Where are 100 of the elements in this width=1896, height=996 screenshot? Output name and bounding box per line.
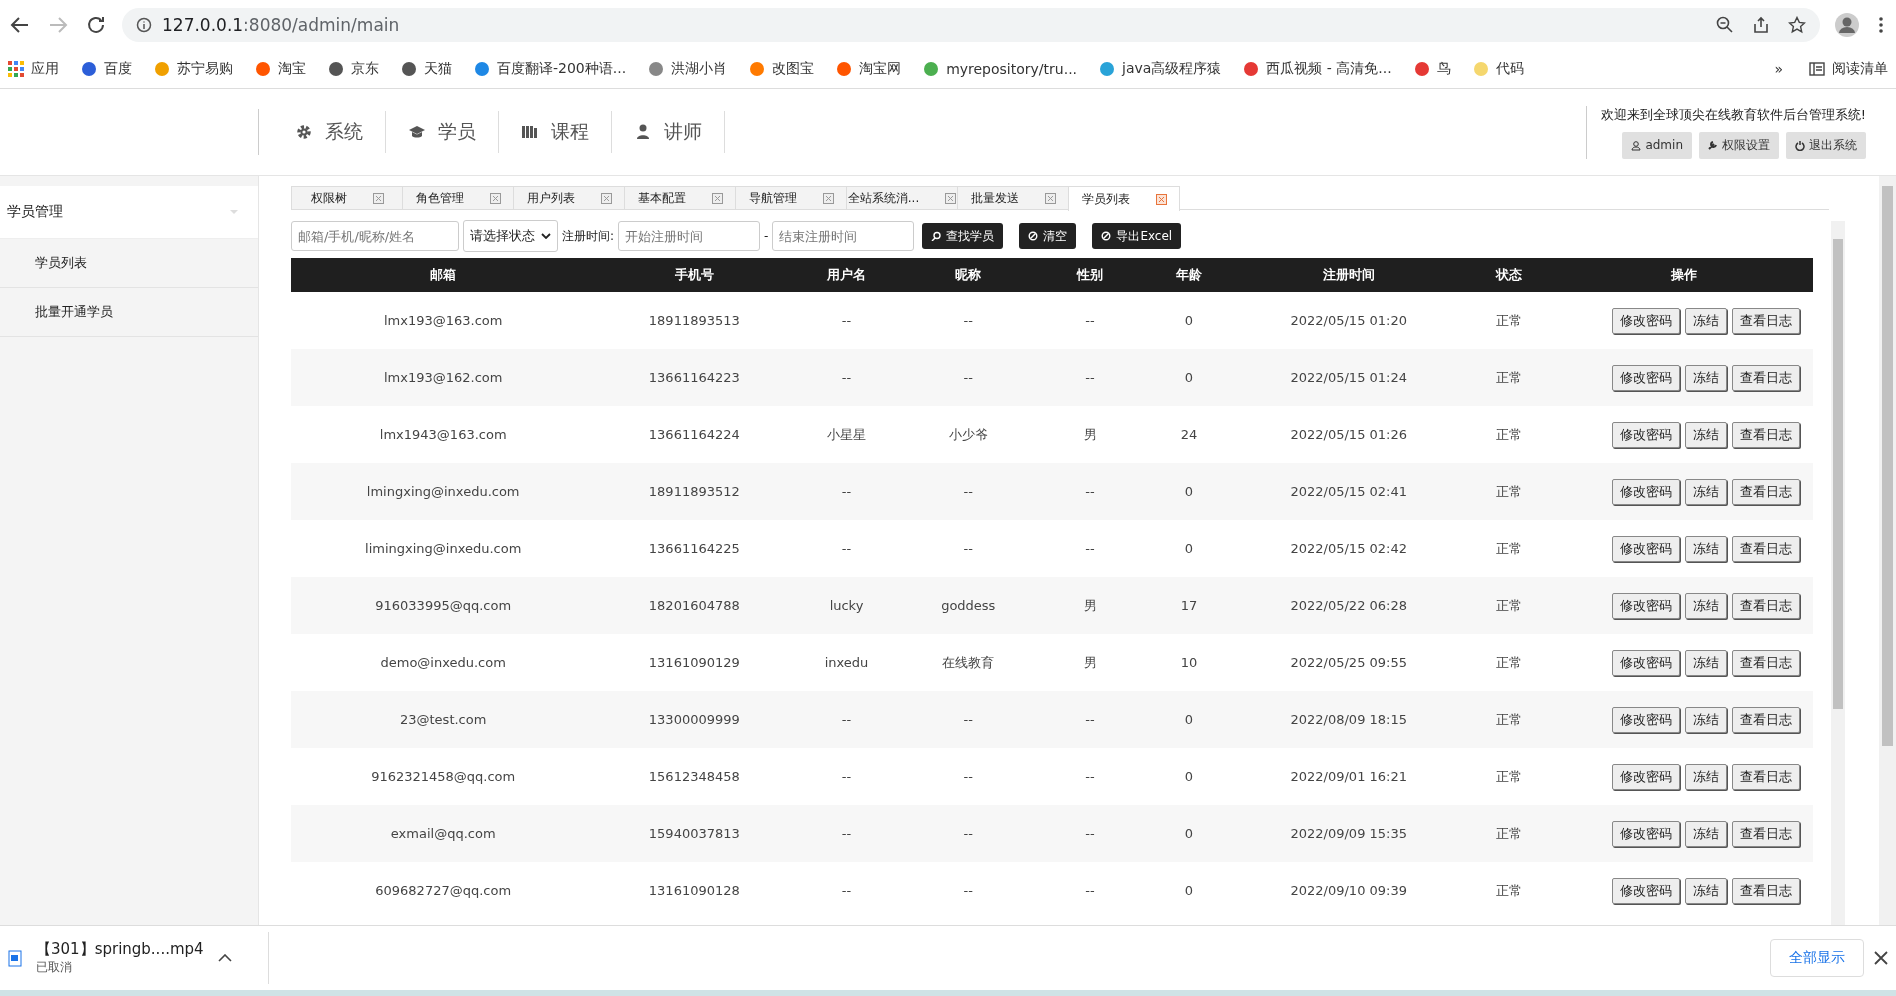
table-cell: 正常 [1462, 691, 1555, 748]
table-cell: -- [1036, 292, 1144, 349]
row-action-button[interactable]: 冻结 [1685, 421, 1727, 448]
table-cell: -- [899, 748, 1037, 805]
bookmark-link[interactable]: 鸟 [1413, 60, 1451, 78]
address-bar[interactable]: 127.0.0.1:8080/admin/main [122, 8, 1820, 42]
nav-menu-item[interactable]: 系统 [273, 111, 386, 153]
share-icon[interactable] [1752, 16, 1770, 34]
tab[interactable]: 学员列表 [1068, 186, 1180, 211]
close-icon[interactable] [1874, 951, 1888, 965]
bookmark-link[interactable]: 天猫 [401, 60, 452, 78]
page-scrollbar[interactable] [1879, 176, 1896, 925]
header-button[interactable]: admin [1622, 131, 1692, 159]
row-action-button[interactable]: 查看日志 [1732, 421, 1800, 448]
sidebar-group-header[interactable]: 学员管理 [0, 186, 258, 239]
row-action-button[interactable]: 冻结 [1685, 478, 1727, 505]
sidebar-item[interactable]: 学员列表 [0, 239, 258, 288]
more-bookmarks-button[interactable]: » [1774, 61, 1783, 77]
table-scrollbar[interactable] [1831, 221, 1845, 925]
info-icon[interactable] [136, 17, 152, 33]
bookmark-link[interactable]: 京东 [328, 60, 379, 78]
profile-icon[interactable] [1834, 12, 1860, 38]
row-action-button[interactable]: 查看日志 [1732, 649, 1800, 676]
nav-menu-item[interactable]: 课程 [499, 111, 612, 153]
nav-menu-item[interactable]: 讲师 [612, 111, 725, 153]
tab[interactable]: 导航管理 [735, 186, 847, 209]
header-button[interactable]: 退出系统 [1786, 131, 1866, 159]
tab[interactable]: 基本配置 [624, 186, 736, 209]
bookmark-link[interactable]: 西瓜视频 - 高清免... [1243, 60, 1392, 78]
bookmark-link[interactable]: 淘宝 [255, 60, 306, 78]
row-action-button[interactable]: 修改密码 [1612, 706, 1680, 733]
header-button[interactable]: 权限设置 [1699, 131, 1779, 159]
gear-icon [295, 123, 313, 141]
row-action-button[interactable]: 冻结 [1685, 535, 1727, 562]
row-action-button[interactable]: 修改密码 [1612, 535, 1680, 562]
row-action-button[interactable]: 修改密码 [1612, 478, 1680, 505]
bookmark-link[interactable]: 百度翻译-200种语... [474, 60, 627, 78]
column-header: 用户名 [793, 258, 900, 292]
row-action-button[interactable]: 查看日志 [1732, 307, 1800, 334]
download-file-name[interactable]: 【301】springb....mp4 [36, 940, 204, 959]
row-action-button[interactable]: 修改密码 [1612, 763, 1680, 790]
row-action-button[interactable]: 修改密码 [1612, 307, 1680, 334]
bookmark-link[interactable]: 应用 [8, 60, 59, 78]
table-cell: inxedu [793, 634, 900, 691]
tab[interactable]: 角色管理 [402, 186, 514, 209]
filter-button[interactable]: 导出Excel [1092, 223, 1182, 249]
row-action-button[interactable]: 修改密码 [1612, 421, 1680, 448]
row-action-button[interactable]: 查看日志 [1732, 592, 1800, 619]
bookmark-link[interactable]: 淘宝网 [836, 60, 902, 78]
search-field[interactable]: 邮箱/手机/昵称/姓名 [291, 221, 459, 251]
tab[interactable]: 用户列表 [513, 186, 625, 209]
status-select[interactable]: 请选择状态 [463, 220, 558, 252]
row-action-button[interactable]: 冻结 [1685, 820, 1727, 847]
bookmark-link[interactable]: 洪湖小肖 [648, 60, 728, 78]
row-action-button[interactable]: 冻结 [1685, 763, 1727, 790]
filter-button[interactable]: 清空 [1019, 223, 1077, 249]
row-action-button[interactable]: 查看日志 [1732, 364, 1800, 391]
end-date-field[interactable]: 结束注册时间 [772, 221, 915, 251]
row-action-button[interactable]: 查看日志 [1732, 478, 1800, 505]
row-action-button[interactable]: 查看日志 [1732, 877, 1800, 904]
bookmark-link[interactable]: 百度 [81, 60, 132, 78]
bookmark-link[interactable]: 代码 [1472, 60, 1524, 78]
row-action-button[interactable]: 查看日志 [1732, 763, 1800, 790]
row-action-button[interactable]: 查看日志 [1732, 535, 1800, 562]
row-action-button[interactable]: 修改密码 [1612, 649, 1680, 676]
row-action-button[interactable]: 修改密码 [1612, 364, 1680, 391]
zoom-out-icon[interactable] [1716, 16, 1734, 34]
row-action-button[interactable]: 修改密码 [1612, 592, 1680, 619]
table-cell: 13661164224 [595, 406, 794, 463]
show-all-button[interactable]: 全部显示 [1770, 939, 1864, 977]
site-favicon-icon [474, 61, 490, 77]
filter-button[interactable]: 查找学员 [922, 223, 1004, 249]
row-action-button[interactable]: 查看日志 [1732, 820, 1800, 847]
row-action-button[interactable]: 修改密码 [1612, 877, 1680, 904]
row-action-button[interactable]: 查看日志 [1732, 706, 1800, 733]
chevron-up-icon[interactable] [217, 954, 232, 962]
bookmark-link[interactable]: java高级程序猿 [1099, 60, 1222, 78]
bookmark-link[interactable]: 苏宁易购 [154, 60, 233, 78]
column-header: 年龄 [1143, 258, 1235, 292]
star-icon[interactable] [1788, 16, 1806, 34]
table-cell: 2022/05/15 02:42 [1234, 520, 1463, 577]
row-action-button[interactable]: 修改密码 [1612, 820, 1680, 847]
bookmark-link[interactable]: myrepository/tru... [923, 61, 1078, 77]
bookmark-link[interactable]: 改图宝 [749, 60, 815, 78]
nav-menu-item[interactable]: 学员 [386, 111, 499, 153]
row-action-button[interactable]: 冻结 [1685, 592, 1727, 619]
row-action-button[interactable]: 冻结 [1685, 364, 1727, 391]
table-cell: -- [793, 520, 900, 577]
reading-list-button[interactable]: 阅读清单 [1809, 60, 1888, 78]
row-action-button[interactable]: 冻结 [1685, 649, 1727, 676]
tab[interactable]: 权限树 [291, 186, 403, 209]
row-action-button[interactable]: 冻结 [1685, 307, 1727, 334]
sidebar-item[interactable]: 批量开通学员 [0, 288, 258, 337]
tab[interactable]: 批量发送 [957, 186, 1069, 209]
table-cell: -- [899, 862, 1037, 919]
row-action-button[interactable]: 冻结 [1685, 706, 1727, 733]
tab[interactable]: 全站系统消... [846, 186, 958, 209]
row-action-button[interactable]: 冻结 [1685, 877, 1727, 904]
start-date-field[interactable]: 开始注册时间 [618, 221, 761, 251]
table-cell: lmx193@163.com [291, 292, 596, 349]
